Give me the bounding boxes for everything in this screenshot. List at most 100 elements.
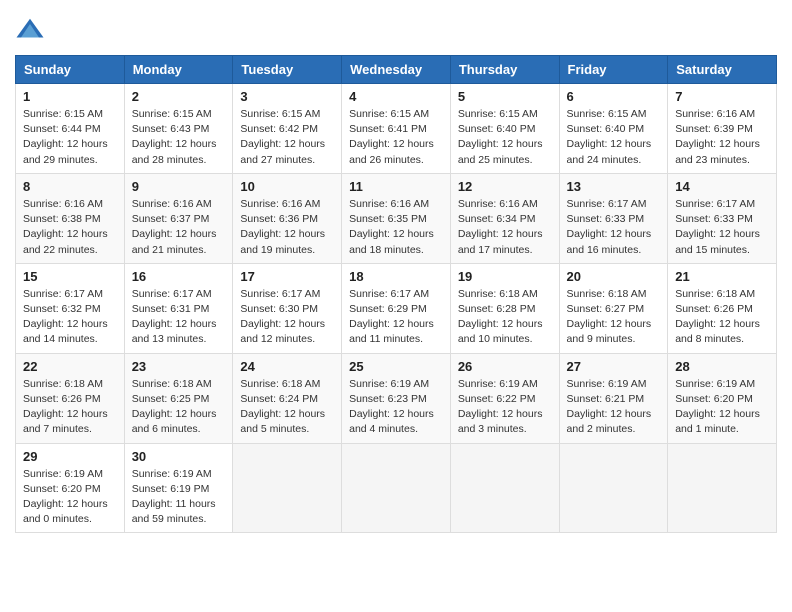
calendar-cell: 5 Sunrise: 6:15 AMSunset: 6:40 PMDaylight…: [450, 84, 559, 174]
day-info: Sunrise: 6:16 AMSunset: 6:37 PMDaylight:…: [132, 197, 226, 258]
day-number: 28: [675, 359, 769, 374]
day-header-thursday: Thursday: [450, 56, 559, 84]
day-number: 10: [240, 179, 334, 194]
week-row-1: 1 Sunrise: 6:15 AMSunset: 6:44 PMDaylight…: [16, 84, 777, 174]
day-number: 14: [675, 179, 769, 194]
day-number: 6: [567, 89, 661, 104]
calendar-cell: 25 Sunrise: 6:19 AMSunset: 6:23 PMDayligh…: [342, 353, 451, 443]
day-header-friday: Friday: [559, 56, 668, 84]
calendar: SundayMondayTuesdayWednesdayThursdayFrid…: [15, 55, 777, 533]
calendar-cell: [559, 443, 668, 533]
day-info: Sunrise: 6:16 AMSunset: 6:39 PMDaylight:…: [675, 107, 769, 168]
day-number: 3: [240, 89, 334, 104]
calendar-cell: 6 Sunrise: 6:15 AMSunset: 6:40 PMDaylight…: [559, 84, 668, 174]
logo-icon: [15, 15, 45, 45]
day-header-tuesday: Tuesday: [233, 56, 342, 84]
calendar-cell: 28Sunrise: 6:19 AMSunset: 6:20 PMDayligh…: [668, 353, 777, 443]
calendar-cell: 23Sunrise: 6:18 AMSunset: 6:25 PMDayligh…: [124, 353, 233, 443]
day-info: Sunrise: 6:15 AMSunset: 6:40 PMDaylight:…: [567, 107, 661, 168]
day-number: 8: [23, 179, 117, 194]
day-info: Sunrise: 6:16 AMSunset: 6:34 PMDaylight:…: [458, 197, 552, 258]
day-info: Sunrise: 6:17 AMSunset: 6:32 PMDaylight:…: [23, 287, 117, 348]
day-info: Sunrise: 6:16 AMSunset: 6:35 PMDaylight:…: [349, 197, 443, 258]
calendar-cell: 8Sunrise: 6:16 AMSunset: 6:38 PMDaylight…: [16, 173, 125, 263]
day-number: 15: [23, 269, 117, 284]
header: [15, 15, 777, 45]
day-number: 18: [349, 269, 443, 284]
day-info: Sunrise: 6:15 AMSunset: 6:43 PMDaylight:…: [132, 107, 226, 168]
calendar-cell: 10 Sunrise: 6:16 AMSunset: 6:36 PMDayligh…: [233, 173, 342, 263]
day-header-wednesday: Wednesday: [342, 56, 451, 84]
day-number: 17: [240, 269, 334, 284]
calendar-cell: 29 Sunrise: 6:19 AMSunset: 6:20 PMDayligh…: [16, 443, 125, 533]
calendar-cell: 24Sunrise: 6:18 AMSunset: 6:24 PMDayligh…: [233, 353, 342, 443]
day-header-saturday: Saturday: [668, 56, 777, 84]
day-info: Sunrise: 6:19 AMSunset: 6:21 PMDaylight:…: [567, 377, 661, 438]
day-number: 7: [675, 89, 769, 104]
day-info: Sunrise: 6:17 AMSunset: 6:33 PMDaylight:…: [567, 197, 661, 258]
day-info: Sunrise: 6:18 AMSunset: 6:24 PMDaylight:…: [240, 377, 334, 438]
calendar-cell: 9Sunrise: 6:16 AMSunset: 6:37 PMDaylight…: [124, 173, 233, 263]
calendar-cell: 18 Sunrise: 6:17 AMSunset: 6:29 PMDayligh…: [342, 263, 451, 353]
calendar-cell: [450, 443, 559, 533]
day-info: Sunrise: 6:18 AMSunset: 6:26 PMDaylight:…: [23, 377, 117, 438]
day-info: Sunrise: 6:18 AMSunset: 6:28 PMDaylight:…: [458, 287, 552, 348]
day-info: Sunrise: 6:19 AMSunset: 6:20 PMDaylight:…: [23, 467, 117, 528]
calendar-cell: 21Sunrise: 6:18 AMSunset: 6:26 PMDayligh…: [668, 263, 777, 353]
day-info: Sunrise: 6:15 AMSunset: 6:42 PMDaylight:…: [240, 107, 334, 168]
calendar-cell: 16 Sunrise: 6:17 AMSunset: 6:31 PMDayligh…: [124, 263, 233, 353]
day-info: Sunrise: 6:15 AMSunset: 6:40 PMDaylight:…: [458, 107, 552, 168]
week-row-4: 22Sunrise: 6:18 AMSunset: 6:26 PMDayligh…: [16, 353, 777, 443]
day-number: 11: [349, 179, 443, 194]
calendar-cell: 30 Sunrise: 6:19 AMSunset: 6:19 PMDayligh…: [124, 443, 233, 533]
days-of-week-row: SundayMondayTuesdayWednesdayThursdayFrid…: [16, 56, 777, 84]
day-number: 30: [132, 449, 226, 464]
week-row-5: 29 Sunrise: 6:19 AMSunset: 6:20 PMDayligh…: [16, 443, 777, 533]
day-info: Sunrise: 6:19 AMSunset: 6:23 PMDaylight:…: [349, 377, 443, 438]
week-row-2: 8Sunrise: 6:16 AMSunset: 6:38 PMDaylight…: [16, 173, 777, 263]
calendar-cell: 17 Sunrise: 6:17 AMSunset: 6:30 PMDayligh…: [233, 263, 342, 353]
day-info: Sunrise: 6:17 AMSunset: 6:29 PMDaylight:…: [349, 287, 443, 348]
day-info: Sunrise: 6:16 AMSunset: 6:36 PMDaylight:…: [240, 197, 334, 258]
calendar-cell: 4Sunrise: 6:15 AMSunset: 6:41 PMDaylight…: [342, 84, 451, 174]
day-number: 16: [132, 269, 226, 284]
day-number: 20: [567, 269, 661, 284]
day-info: Sunrise: 6:15 AMSunset: 6:41 PMDaylight:…: [349, 107, 443, 168]
calendar-cell: 1 Sunrise: 6:15 AMSunset: 6:44 PMDaylight…: [16, 84, 125, 174]
day-info: Sunrise: 6:15 AMSunset: 6:44 PMDaylight:…: [23, 107, 117, 168]
calendar-cell: 19 Sunrise: 6:18 AMSunset: 6:28 PMDayligh…: [450, 263, 559, 353]
day-info: Sunrise: 6:19 AMSunset: 6:22 PMDaylight:…: [458, 377, 552, 438]
day-info: Sunrise: 6:17 AMSunset: 6:30 PMDaylight:…: [240, 287, 334, 348]
calendar-cell: 7 Sunrise: 6:16 AMSunset: 6:39 PMDaylight…: [668, 84, 777, 174]
calendar-body: 1 Sunrise: 6:15 AMSunset: 6:44 PMDaylight…: [16, 84, 777, 533]
day-info: Sunrise: 6:17 AMSunset: 6:31 PMDaylight:…: [132, 287, 226, 348]
calendar-cell: [668, 443, 777, 533]
day-info: Sunrise: 6:18 AMSunset: 6:27 PMDaylight:…: [567, 287, 661, 348]
day-number: 29: [23, 449, 117, 464]
day-number: 27: [567, 359, 661, 374]
calendar-cell: 27 Sunrise: 6:19 AMSunset: 6:21 PMDayligh…: [559, 353, 668, 443]
calendar-cell: 13 Sunrise: 6:17 AMSunset: 6:33 PMDayligh…: [559, 173, 668, 263]
day-info: Sunrise: 6:17 AMSunset: 6:33 PMDaylight:…: [675, 197, 769, 258]
day-number: 26: [458, 359, 552, 374]
day-info: Sunrise: 6:18 AMSunset: 6:26 PMDaylight:…: [675, 287, 769, 348]
calendar-cell: 20 Sunrise: 6:18 AMSunset: 6:27 PMDayligh…: [559, 263, 668, 353]
calendar-cell: [233, 443, 342, 533]
day-number: 5: [458, 89, 552, 104]
calendar-cell: 2Sunrise: 6:15 AMSunset: 6:43 PMDaylight…: [124, 84, 233, 174]
day-number: 13: [567, 179, 661, 194]
calendar-cell: 14 Sunrise: 6:17 AMSunset: 6:33 PMDayligh…: [668, 173, 777, 263]
day-number: 12: [458, 179, 552, 194]
calendar-cell: 22Sunrise: 6:18 AMSunset: 6:26 PMDayligh…: [16, 353, 125, 443]
calendar-header: SundayMondayTuesdayWednesdayThursdayFrid…: [16, 56, 777, 84]
calendar-cell: [342, 443, 451, 533]
day-header-sunday: Sunday: [16, 56, 125, 84]
day-number: 23: [132, 359, 226, 374]
day-number: 19: [458, 269, 552, 284]
calendar-cell: 11 Sunrise: 6:16 AMSunset: 6:35 PMDayligh…: [342, 173, 451, 263]
day-number: 1: [23, 89, 117, 104]
day-info: Sunrise: 6:19 AMSunset: 6:19 PMDaylight:…: [132, 467, 226, 528]
calendar-cell: 26 Sunrise: 6:19 AMSunset: 6:22 PMDayligh…: [450, 353, 559, 443]
day-number: 25: [349, 359, 443, 374]
calendar-cell: 3 Sunrise: 6:15 AMSunset: 6:42 PMDaylight…: [233, 84, 342, 174]
